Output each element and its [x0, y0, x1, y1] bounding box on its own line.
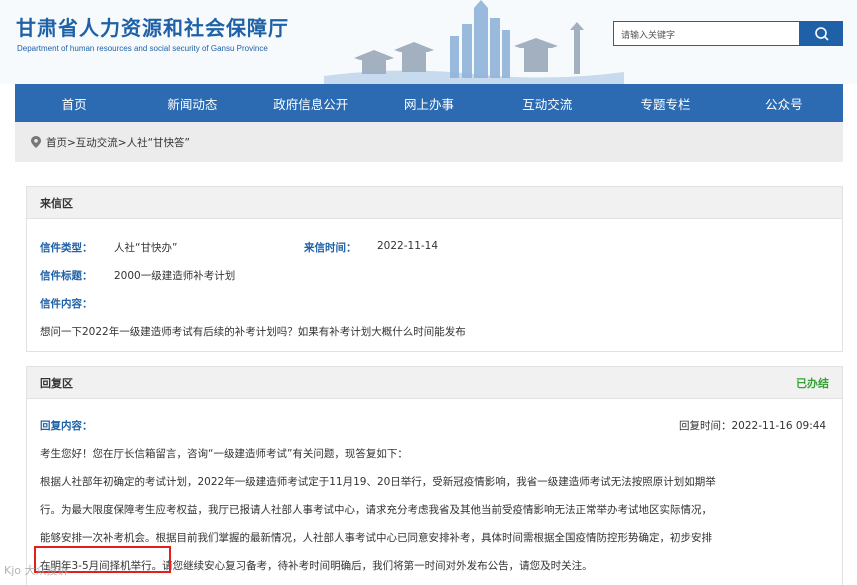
nav-gov-info[interactable]: 政府信息公开 — [252, 84, 370, 122]
letter-type-label: 信件类型： — [40, 242, 93, 254]
letter-panel-header: 来信区 — [27, 187, 842, 219]
reply-panel-header: 回复区 已办结 — [27, 367, 842, 399]
site-header: 甘肃省人力资源和社会保障厅 Department of human resour… — [0, 0, 857, 84]
letter-content-text: 想问一下2022年一级建造师考试有后续的补考计划吗？如果有补考计划大概什么时间能… — [40, 326, 466, 338]
site-subtitle: Department of human resources and social… — [17, 44, 268, 53]
nav-special-topics[interactable]: 专题专栏 — [606, 84, 724, 122]
reply-paragraph: 行。为最大限度保障考生应考权益，我厅已报请人社部人事考试中心，请求充分考虑我省及… — [40, 504, 712, 516]
letter-section-title: 来信区 — [40, 196, 73, 210]
search-button[interactable] — [800, 21, 843, 46]
search-input[interactable]: 请输入关键字 — [613, 21, 800, 46]
letter-subject-label: 信件标题： — [40, 270, 93, 282]
city-skyline-banner — [324, 0, 624, 84]
reply-paragraph: 能够安排一次补考机会。根据目前我们掌握的最新情况，人社部人事考试中心已同意安排补… — [40, 532, 712, 544]
reply-paragraph: 根据人社部年初确定的考试计划，2022年一级建造师考试定于11月19、20日举行… — [40, 476, 716, 488]
main-nav: 首页 新闻动态 政府信息公开 网上办事 互动交流 专题专栏 公众号 — [15, 84, 843, 122]
letter-date-label: 来信时间： — [304, 242, 357, 254]
search-icon — [814, 26, 829, 41]
nav-home[interactable]: 首页 — [15, 84, 133, 122]
nav-news[interactable]: 新闻动态 — [133, 84, 251, 122]
nav-interaction[interactable]: 互动交流 — [488, 84, 606, 122]
letter-content-label: 信件内容： — [40, 298, 93, 310]
status-badge: 已办结 — [796, 376, 829, 390]
breadcrumb-path[interactable]: 首页>互动交流>人社“甘快答” — [46, 135, 190, 150]
nav-online-services[interactable]: 网上办事 — [370, 84, 488, 122]
reply-time: 回复时间：2022-11-16 09:44 — [679, 420, 827, 432]
reply-section-title: 回复区 — [40, 376, 73, 390]
nav-official-account[interactable]: 公众号 — [725, 84, 843, 122]
reply-content-label: 回复内容： — [40, 420, 93, 432]
reply-paragraph: 考生您好！您在厅长信箱留言，咨询“一级建造师考试”有关问题，现答复如下： — [40, 448, 408, 460]
breadcrumb: 首页>互动交流>人社“甘快答” — [15, 122, 843, 162]
letter-date-value: 2022-11-14 — [377, 240, 439, 252]
site-title[interactable]: 甘肃省人力资源和社会保障厅 — [16, 12, 289, 41]
location-pin-icon — [31, 136, 41, 148]
watermark: Kjo 大众投诉 — [4, 564, 69, 577]
letter-subject-value: 2000一级建造师补考计划 — [114, 270, 236, 282]
letter-type-value: 人社“甘快办” — [114, 242, 178, 254]
